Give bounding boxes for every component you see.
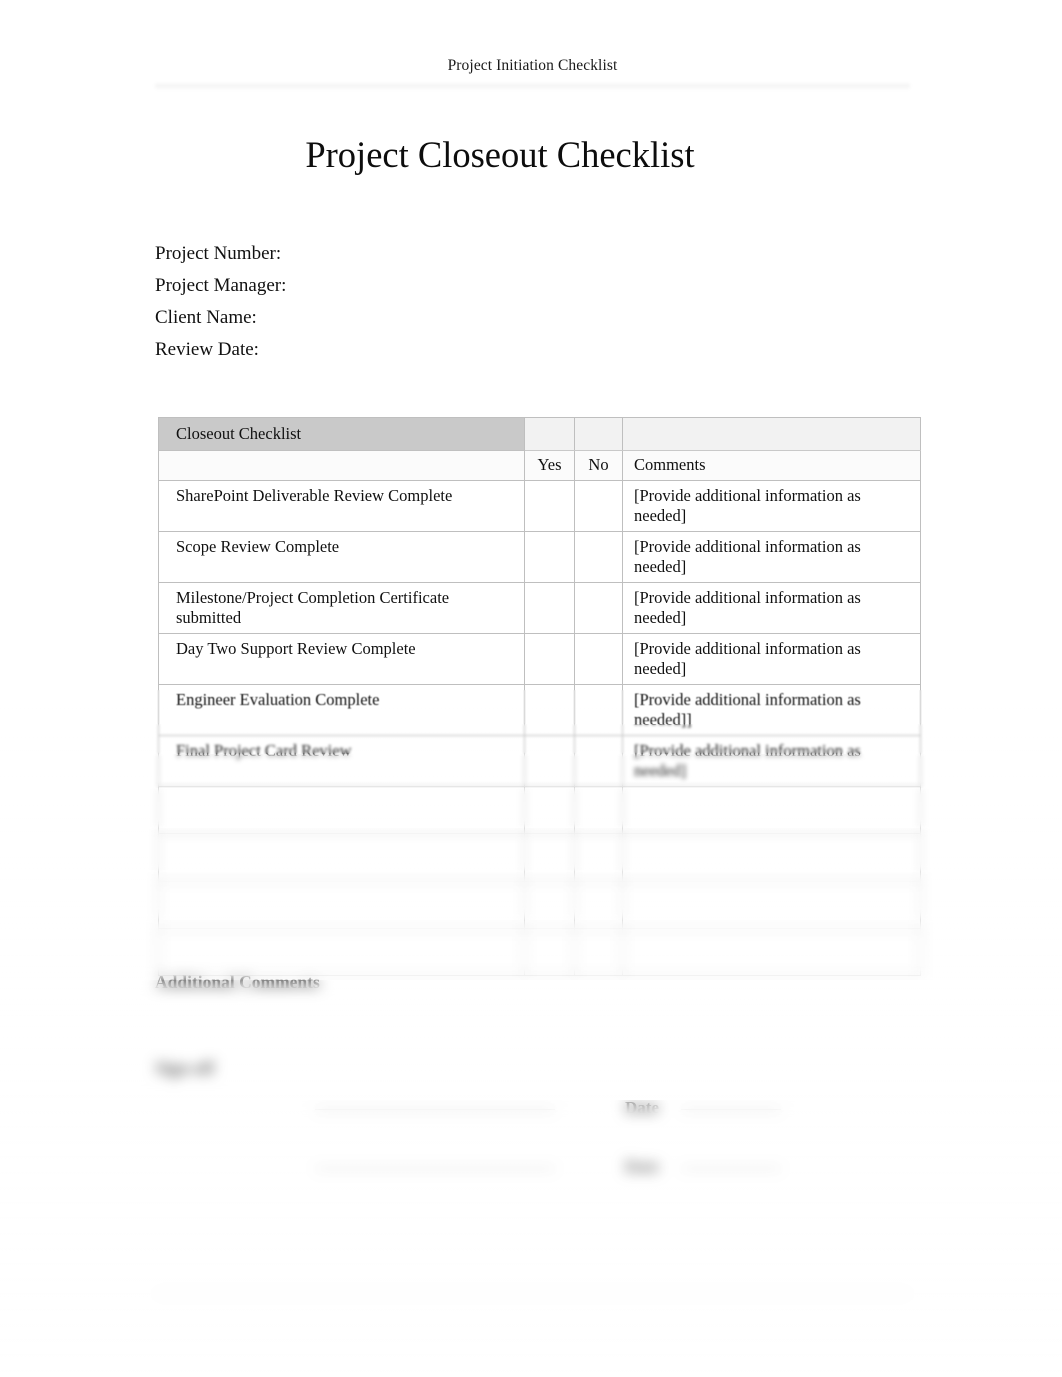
cell-comments[interactable]: [Provide additional information as neede… (622, 735, 921, 787)
signature-date-label: Date (625, 1098, 659, 1117)
cell-comments[interactable]: [Provide additional information as neede… (622, 480, 921, 532)
field-client-name: Client Name: (155, 307, 257, 328)
column-header-no: No (574, 449, 623, 481)
table-row (158, 833, 921, 882)
cell-yes-checkbox[interactable] (524, 881, 575, 929)
cell-item: Milestone/Project Completion Certificate… (158, 582, 525, 634)
table-row: Scope Review Complete [Provide additiona… (158, 531, 921, 583)
table-row: Engineer Evaluation Complete [Provide ad… (158, 684, 921, 736)
field-project-number: Project Number: (155, 243, 282, 264)
table-row: Day Two Support Review Complete [Provide… (158, 633, 921, 685)
table-title-spacer-yes (524, 417, 575, 451)
table-title-row: Closeout Checklist (158, 417, 921, 451)
cell-item: SharePoint Deliverable Review Complete (158, 480, 525, 532)
cell-item (158, 786, 525, 834)
cell-comments[interactable]: [Provide additional information as neede… (622, 633, 921, 685)
cell-comments[interactable]: [Provide additional information as neede… (622, 531, 921, 583)
cell-comments[interactable]: [Provide additional information as neede… (622, 684, 921, 736)
page-title: Project Closeout Checklist (305, 134, 695, 175)
header-divider (155, 84, 910, 90)
column-header-yes: Yes (524, 449, 575, 481)
table-title-spacer-comments (622, 417, 921, 451)
cell-item: Day Two Support Review Complete (158, 633, 525, 685)
table-row: Milestone/Project Completion Certificate… (158, 582, 921, 634)
signature-date-line[interactable] (681, 1168, 781, 1169)
table-title-spacer-no (574, 417, 623, 451)
cell-no-checkbox[interactable] (574, 531, 623, 583)
cell-yes-checkbox[interactable] (524, 684, 575, 736)
cell-no-checkbox[interactable] (574, 582, 623, 634)
signature-line[interactable] (315, 1168, 555, 1169)
cell-item: Final Project Card Review (158, 735, 525, 787)
table-row: Final Project Card Review [Provide addit… (158, 735, 921, 787)
cell-item: Engineer Evaluation Complete (158, 684, 525, 736)
signature-row-project-manager: Date (155, 1098, 915, 1118)
cell-item (158, 928, 525, 976)
signoff-heading: Sign-off (155, 1058, 215, 1078)
table-row (158, 881, 921, 929)
additional-comments-heading: Additional Comments (155, 972, 320, 992)
running-header: Project Initiation Checklist (155, 56, 910, 75)
cell-yes-checkbox[interactable] (524, 928, 575, 976)
fade-overlay-band (0, 980, 1062, 1100)
closeout-checklist-table: Closeout Checklist Yes No Comments Share… (158, 417, 921, 976)
cell-item: Scope Review Complete (158, 531, 525, 583)
cell-comments[interactable] (622, 928, 921, 976)
table-row (158, 928, 921, 976)
cell-yes-checkbox[interactable] (524, 582, 575, 634)
signature-date-line[interactable] (681, 1109, 781, 1110)
signature-line[interactable] (315, 1109, 555, 1110)
cell-no-checkbox[interactable] (574, 881, 623, 929)
cell-comments[interactable] (622, 786, 921, 834)
column-header-comments: Comments (622, 449, 921, 481)
cell-comments[interactable] (622, 881, 921, 929)
cell-yes-checkbox[interactable] (524, 833, 575, 882)
cell-no-checkbox[interactable] (574, 786, 623, 834)
cell-no-checkbox[interactable] (574, 684, 623, 736)
cell-item (158, 833, 525, 882)
cell-no-checkbox[interactable] (574, 928, 623, 976)
table-title-cell: Closeout Checklist (158, 417, 525, 451)
signature-row-secondary: Date (155, 1157, 915, 1177)
footer-divider (155, 1292, 910, 1297)
cell-no-checkbox[interactable] (574, 833, 623, 882)
table-header-row: Yes No Comments (158, 449, 921, 481)
cell-no-checkbox[interactable] (574, 480, 623, 532)
project-meta-fields: Project Number: Project Manager: Client … (155, 238, 655, 366)
running-header-text: Project Initiation Checklist (447, 57, 618, 74)
cell-item (158, 881, 525, 929)
signature-date-label: Date (625, 1157, 659, 1176)
fade-overlay-band (0, 1240, 1062, 1377)
cell-comments[interactable] (622, 833, 921, 882)
cell-no-checkbox[interactable] (574, 633, 623, 685)
cell-yes-checkbox[interactable] (524, 735, 575, 787)
table-row (158, 786, 921, 834)
column-header-item (158, 449, 525, 481)
field-review-date: Review Date: (155, 339, 259, 360)
cell-yes-checkbox[interactable] (524, 786, 575, 834)
cell-yes-checkbox[interactable] (524, 633, 575, 685)
document-page: Project Initiation Checklist Project Clo… (0, 0, 1062, 1377)
cell-yes-checkbox[interactable] (524, 480, 575, 532)
field-project-manager: Project Manager: (155, 275, 287, 296)
cell-no-checkbox[interactable] (574, 735, 623, 787)
cell-yes-checkbox[interactable] (524, 531, 575, 583)
cell-comments[interactable]: [Provide additional information as neede… (622, 582, 921, 634)
table-row: SharePoint Deliverable Review Complete [… (158, 480, 921, 532)
